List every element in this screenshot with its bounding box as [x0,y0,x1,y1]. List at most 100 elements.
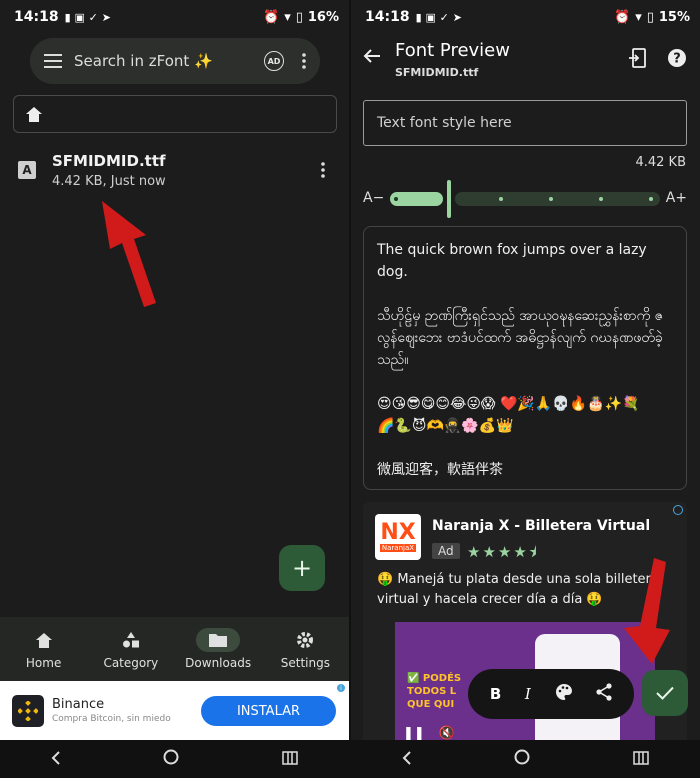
more-vert-icon[interactable] [321,162,325,178]
slider-tick [394,197,398,201]
ad-banner[interactable]: Binance Compra Bitcoin, sin miedo INSTAL… [0,681,349,740]
font-preview-screen: 14:18 ▮ ▣ ✓ ➤ ⏰ ▾ ▯ 15% Font Preview SFM… [351,0,700,778]
status-time: 14:18 [14,9,59,25]
home-button-icon[interactable] [163,749,179,769]
annotation-arrow [102,201,156,307]
mute-icon[interactable]: 🔇 [439,726,455,741]
preview-emoji-2: 🌈🐍😈🫶🥷🌸💰👑 [377,418,514,434]
search-input[interactable]: Search in zFont ✨ [74,52,264,70]
search-bar[interactable]: Search in zFont ✨ AD [30,38,320,84]
pause-icon[interactable]: ❚❚ [403,726,425,741]
preview-text-input[interactable]: Text font style here [363,100,687,146]
list-item[interactable]: A SFMIDMID.ttf 4.42 KB, Just now [18,148,333,192]
recents-icon[interactable] [282,750,298,769]
slider-tick [599,197,603,201]
file-size: 4.42 KB [635,155,686,170]
ad-label: Ad [432,543,460,559]
menu-icon[interactable] [44,54,62,68]
folder-icon [209,634,228,647]
italic-button[interactable]: I [525,685,531,703]
status-right: ⏰ ▾ ▯ 15% [614,10,690,25]
font-list-screen: 14:18 ▮ ▣ ✓ ➤ ⏰ ▾ ▯ 16% Search in zFont … [0,0,349,778]
alarm-icon: ⏰ [263,9,280,25]
slider-inactive-track [455,192,660,206]
battery-percent: 15% [658,9,690,25]
format-toolbar: B I [468,669,634,719]
slider-tick [649,197,653,201]
nav-home[interactable]: Home [0,617,87,681]
battery-percent: 16% [307,9,339,25]
page-subtitle: SFMIDMID.ttf [395,66,479,79]
more-vert-icon[interactable] [302,53,306,69]
back-icon[interactable] [402,750,412,769]
battery-icon: ▯ [646,9,654,25]
ad-promo-text: ✅ PODÉS TODOS L QUE QUI [407,673,462,710]
ad-description: 🤑 Manejá tu plata desde una sola billete… [377,572,659,607]
preview-latin: The quick brown fox jumps over a lazy do… [377,242,647,280]
file-meta: 4.42 KB, Just now [52,173,166,189]
ad-title: Naranja X - Billetera Virtual [432,518,651,534]
confirm-button[interactable] [642,670,688,716]
ad-info-icon[interactable] [673,505,683,515]
home-icon[interactable] [26,106,42,122]
battery-icon: ▯ [295,9,303,25]
system-nav-bar [0,740,349,778]
back-arrow-icon[interactable] [363,48,385,70]
nav-label: Home [25,656,62,670]
preview-cjk: 微風迎客，軟語伴茶 [377,462,503,478]
nav-downloads[interactable]: Downloads [175,617,262,681]
signal-icon: ▾ [635,9,642,25]
signal-icon: ▾ [284,9,291,25]
rating-stars: ★★★★⯨ [467,543,539,561]
nav-category[interactable]: Category [87,617,174,681]
notification-icons: ▮ ▣ ✓ ➤ [415,10,462,24]
status-right: ⏰ ▾ ▯ 16% [263,10,339,25]
font-size-slider[interactable]: A− A+ [363,180,687,218]
bold-button[interactable]: B [490,685,501,703]
video-controls: ❚❚ 🔇 [403,726,455,741]
naranja-logo: NX NaranjaX [375,514,421,560]
back-icon[interactable] [51,750,61,769]
increase-size-label[interactable]: A+ [666,190,687,206]
decrease-size-label[interactable]: A− [363,190,384,206]
slider-tick [549,197,553,201]
nav-settings[interactable]: Settings [262,617,349,681]
gear-icon [297,632,314,648]
slider-tick [499,197,503,201]
home-button-icon[interactable] [514,749,530,769]
bottom-navigation: Home Category Downloads Settings [0,617,349,681]
check-icon [656,686,674,700]
app-bar: Font Preview SFMIDMID.ttf ? [351,34,700,90]
alarm-icon: ⏰ [614,9,631,25]
system-nav-bar [351,740,700,778]
page-title: Font Preview [395,40,510,61]
file-name: SFMIDMID.ttf [52,151,166,170]
category-icon [122,632,139,648]
home-icon [35,632,52,648]
install-button[interactable]: INSTALAR [201,696,336,726]
help-icon[interactable]: ? [667,48,687,72]
preview-emoji-1: 😍😘😎😋😊😂😜😱 ❤️🎉🙏💀🔥🎂✨💐 [377,396,640,412]
status-bar: 14:18 ▮ ▣ ✓ ➤ ⏰ ▾ ▯ 15% [351,0,700,34]
export-icon[interactable] [629,48,647,72]
notification-icons: ▮ ▣ ✓ ➤ [64,10,111,24]
slider-thumb[interactable] [447,180,451,218]
nav-label: Settings [280,656,330,670]
ad-info-icon[interactable]: i [337,684,345,692]
nav-label: Downloads [185,656,252,670]
recents-icon[interactable] [633,750,649,769]
font-file-icon: A [18,161,36,179]
svg-text:?: ? [673,52,681,67]
breadcrumb [13,95,337,133]
status-bar: 14:18 ▮ ▣ ✓ ➤ ⏰ ▾ ▯ 16% [0,0,349,34]
remove-ads-icon[interactable]: AD [264,51,284,71]
nav-label: Category [103,656,159,670]
palette-icon[interactable] [555,683,573,705]
ad-subtitle: Compra Bitcoin, sin miedo [52,714,171,724]
preview-myanmar: သီဟိုဠ်မှ ဉာဏ်ကြီးရှင်သည် အာယုဝဍ္ဎနဆေးညွ… [377,308,664,368]
binance-logo-icon [12,694,44,727]
add-button[interactable]: + [279,545,325,591]
font-preview-box: The quick brown fox jumps over a lazy do… [363,226,687,490]
share-icon[interactable] [596,683,612,705]
ad-title: Binance [52,697,105,712]
